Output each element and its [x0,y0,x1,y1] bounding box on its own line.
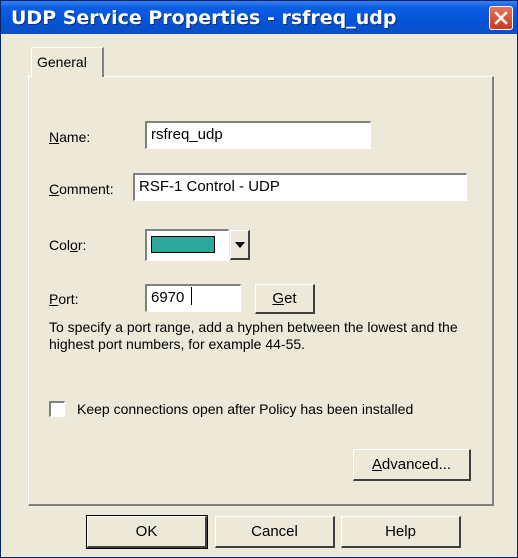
cancel-button[interactable]: Cancel [215,516,335,548]
comment-label: Comment: [49,181,114,197]
text-caret [191,287,192,305]
color-dropdown-button[interactable] [230,230,250,260]
port-range-help-text: To specify a port range, add a hyphen be… [49,319,458,352]
name-label-text: ame: [59,129,91,145]
title-bar[interactable]: UDP Service Properties - rsfreq_udp [1,1,517,34]
help-button[interactable]: Help [341,516,461,548]
comment-label-text: omment: [59,181,114,197]
window-title: UDP Service Properties - rsfreq_udp [11,7,397,29]
keep-connections-label[interactable]: Keep connections open after Policy has b… [77,401,413,417]
get-button[interactable]: Get [255,284,315,314]
keep-connections-checkbox[interactable] [49,401,65,417]
color-select[interactable] [145,229,229,261]
port-field[interactable]: 6970 [145,284,241,312]
color-label-access-key: o [70,237,78,253]
udp-service-properties-dialog: UDP Service Properties - rsfreq_udp Gene… [0,0,518,558]
color-label-text: r: [77,237,87,253]
comment-field[interactable]: RSF-1 Control - UDP [133,173,467,201]
name-label: Name: [49,129,90,145]
comment-label-access-key: C [49,181,60,197]
name-field[interactable]: rsfreq_udp [145,121,371,149]
get-button-label: et [284,290,297,307]
name-label-access-key: N [49,129,60,145]
advanced-button[interactable]: Advanced... [353,449,471,481]
color-swatch [151,236,215,253]
tab-general[interactable]: General [31,47,104,77]
get-button-access-key: G [272,290,285,307]
port-label-access-key: P [49,291,59,307]
tab-general-label: General [37,54,87,70]
port-label: Port: [49,291,79,307]
close-icon [494,11,508,25]
close-button[interactable] [489,6,513,30]
port-label-text: ort: [58,291,79,307]
chevron-down-icon [235,242,245,248]
color-label: Color: [49,237,86,253]
ok-button[interactable]: OK [86,515,208,549]
advanced-button-label: dvanced... [381,456,452,473]
color-label-pre: Col [49,237,71,253]
advanced-button-access-key: A [371,456,382,473]
